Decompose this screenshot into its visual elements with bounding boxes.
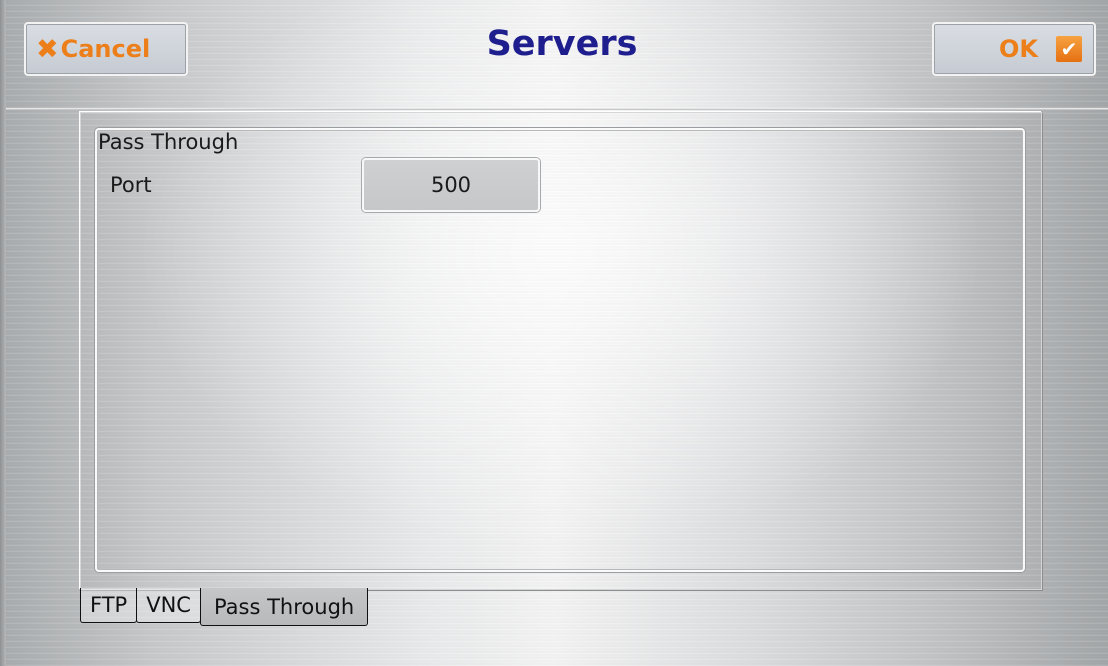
pass-through-group-box [95,128,1025,572]
port-label: Port [110,173,152,197]
port-input[interactable]: 500 [362,158,540,212]
group-title: Pass Through [98,130,239,154]
header-divider [6,108,1108,110]
tab-ftp[interactable]: FTP [80,588,138,623]
tab-bar: FTP VNC Pass Through [80,588,369,626]
window-left-edge [0,0,6,666]
ok-button[interactable]: OK ✔ [932,22,1096,76]
ok-button-label: OK [999,35,1038,63]
checkbox-checked-icon: ✔ [1056,36,1082,62]
tab-vnc[interactable]: VNC [136,588,201,623]
tab-pass-through[interactable]: Pass Through [199,588,369,626]
